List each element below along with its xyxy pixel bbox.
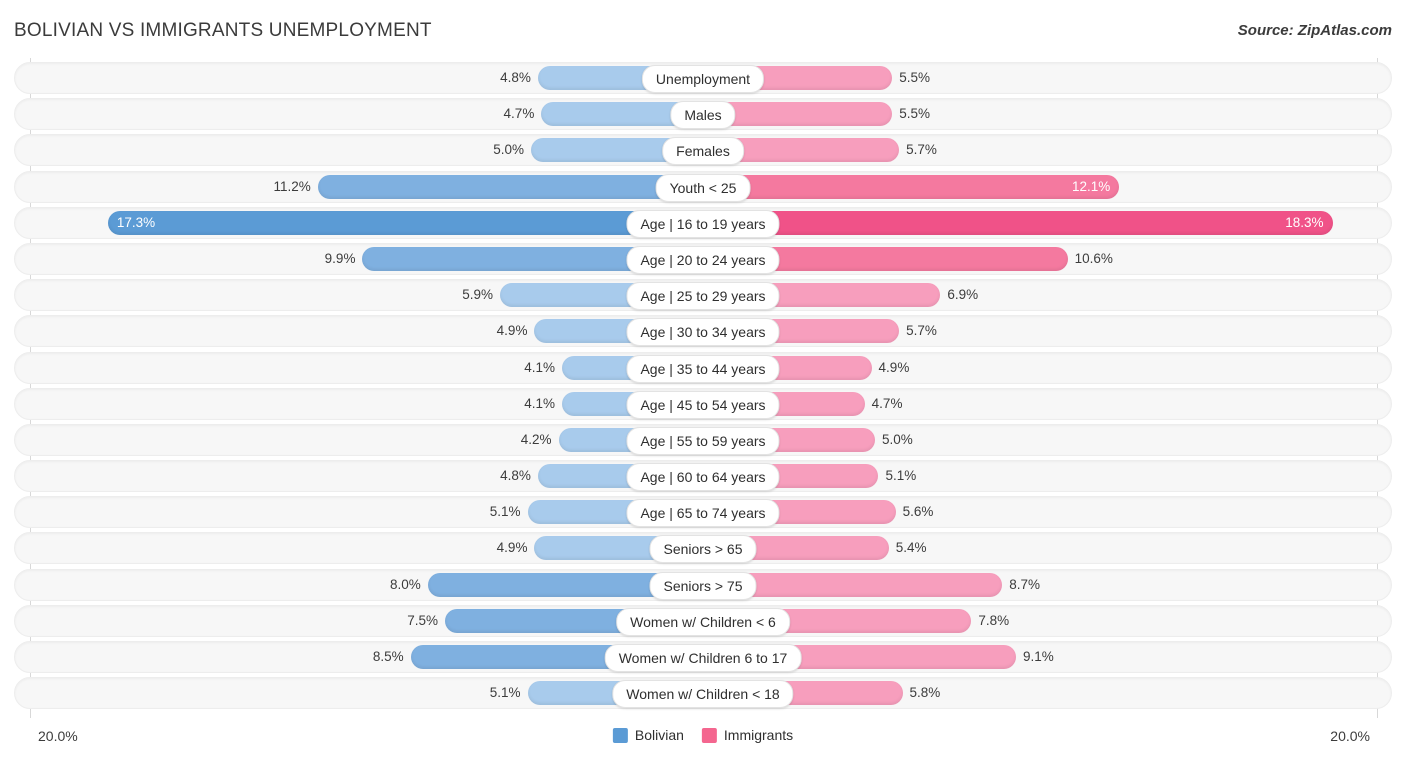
chart-footer: 20.0% Bolivian Immigrants 20.0%	[14, 722, 1392, 756]
bar-immigrants: 18.3%	[703, 210, 1333, 235]
table-row[interactable]: 4.9% 5.7% Age | 30 to 34 years	[14, 315, 1392, 348]
row-category-label: Women w/ Children < 6	[616, 607, 790, 636]
axis-label-left: 20.0%	[38, 728, 78, 744]
bar-value-bolivian: 4.9%	[496, 323, 528, 339]
bar-value-immigrants: 5.5%	[899, 70, 930, 85]
legend-label: Immigrants	[723, 727, 794, 743]
row-category-label: Seniors > 75	[649, 571, 757, 600]
bar-value-immigrants: 9.1%	[1023, 649, 1054, 664]
legend-item-bolivian[interactable]: Bolivian	[612, 727, 684, 743]
bar-bolivian: 11.2%	[273, 174, 703, 199]
bar-value-bolivian: 4.9%	[496, 540, 528, 556]
bar-value-bolivian: 4.1%	[524, 395, 555, 411]
bar-value-immigrants: 5.1%	[885, 468, 917, 484]
row-category-label: Seniors > 65	[649, 535, 757, 564]
row-category-label: Age | 25 to 29 years	[626, 282, 780, 311]
bar-value-immigrants: 6.9%	[947, 287, 979, 303]
bar-bolivian: 17.3%	[107, 210, 703, 235]
table-row[interactable]: 5.1% 5.6% Age | 65 to 74 years	[14, 496, 1392, 529]
row-category-label: Males	[670, 101, 736, 130]
row-category-label: Unemployment	[641, 65, 765, 93]
chart-header: BOLIVIAN VS IMMIGRANTS UNEMPLOYMENT Sour…	[0, 0, 1406, 58]
bar-value-bolivian: 11.2%	[273, 178, 311, 194]
row-category-label: Age | 20 to 24 years	[626, 245, 780, 274]
table-row[interactable]: 4.1% 4.9% Age | 35 to 44 years	[14, 351, 1392, 384]
bar-immigrants: 12.1%	[703, 174, 1120, 199]
bar-value-bolivian: 5.1%	[489, 504, 521, 520]
table-row[interactable]: 8.5% 9.1% Women w/ Children 6 to 17	[14, 641, 1392, 673]
legend-swatch-icon	[701, 727, 717, 743]
table-row[interactable]: 8.0% 8.7% Seniors > 75	[14, 568, 1392, 601]
bar-value-bolivian: 5.0%	[493, 142, 524, 158]
row-category-label: Age | 35 to 44 years	[626, 354, 780, 383]
legend-label: Bolivian	[634, 727, 684, 743]
row-category-label: Age | 55 to 59 years	[626, 426, 780, 455]
row-category-label: Women w/ Children < 18	[612, 680, 794, 709]
bar-value-immigrants: 8.7%	[1009, 576, 1041, 592]
table-row[interactable]: 11.2% 12.1% Youth < 25	[14, 170, 1392, 203]
table-row[interactable]: 4.8% 5.5% Unemployment	[14, 62, 1392, 94]
row-category-label: Youth < 25	[655, 173, 751, 202]
bar-value-bolivian: 5.1%	[489, 685, 521, 701]
chart-plot-area: 4.8% 5.5% Unemployment 4.7% 5.5% Males 5.0% 5.7…	[14, 58, 1392, 718]
row-category-label: Age | 45 to 54 years	[626, 390, 780, 419]
legend-item-immigrants[interactable]: Immigrants	[701, 727, 794, 743]
table-row[interactable]: 4.2% 5.0% Age | 55 to 59 years	[14, 423, 1392, 456]
axis-label-right: 20.0%	[1330, 728, 1370, 744]
table-row[interactable]: 9.9% 10.6% Age | 20 to 24 years	[14, 242, 1392, 275]
bar-value-bolivian: 8.5%	[372, 649, 404, 664]
table-row[interactable]: 5.9% 6.9% Age | 25 to 29 years	[14, 279, 1392, 312]
bar-value-bolivian: 7.5%	[407, 612, 438, 628]
bar-value-immigrants: 4.9%	[878, 359, 910, 375]
bar-rows-container: 4.8% 5.5% Unemployment 4.7% 5.5% Males 5.0% 5.7…	[14, 62, 1392, 713]
bar-value-bolivian: 8.0%	[390, 576, 421, 592]
bar-value-immigrants: 12.1%	[1071, 178, 1111, 194]
bar-value-immigrants: 7.8%	[978, 612, 1010, 628]
bar-value-immigrants: 4.7%	[871, 395, 903, 411]
bar-value-immigrants: 5.7%	[906, 142, 937, 158]
bar-value-bolivian: 4.7%	[503, 106, 535, 122]
bar-value-immigrants: 5.6%	[902, 504, 934, 520]
bar-value-bolivian: 4.2%	[520, 431, 552, 447]
bar-value-immigrants: 10.6%	[1074, 250, 1113, 266]
row-category-label: Age | 30 to 34 years	[626, 318, 780, 347]
row-category-label: Age | 16 to 19 years	[626, 209, 780, 238]
table-row[interactable]: 4.7% 5.5% Males	[14, 98, 1392, 131]
row-category-label: Age | 65 to 74 years	[626, 499, 780, 528]
page-title: BOLIVIAN VS IMMIGRANTS UNEMPLOYMENT	[14, 20, 432, 41]
table-row[interactable]: 4.9% 5.4% Seniors > 65	[14, 532, 1392, 565]
row-category-label: Women w/ Children 6 to 17	[604, 644, 802, 672]
bar-value-immigrants: 5.0%	[882, 431, 913, 447]
row-category-label: Females	[662, 137, 744, 166]
bar-value-bolivian: 9.9%	[324, 250, 356, 266]
bar-value-immigrants: 5.5%	[899, 106, 930, 122]
bar-value-bolivian: 4.8%	[500, 70, 531, 85]
row-category-label: Age | 60 to 64 years	[626, 463, 780, 492]
table-row[interactable]: 7.5% 7.8% Women w/ Children < 6	[14, 604, 1392, 637]
bar-value-immigrants: 18.3%	[1285, 214, 1324, 230]
table-row[interactable]: 4.1% 4.7% Age | 45 to 54 years	[14, 387, 1392, 420]
chart-legend: Bolivian Immigrants	[612, 727, 794, 743]
bar-value-bolivian: 17.3%	[116, 214, 156, 230]
source-attribution: Source: ZipAtlas.com	[1237, 22, 1392, 39]
bar-value-immigrants: 5.8%	[909, 685, 941, 701]
bar-value-bolivian: 4.8%	[500, 468, 531, 484]
legend-swatch-icon	[612, 727, 628, 743]
table-row[interactable]: 5.0% 5.7% Females	[14, 134, 1392, 167]
bar-value-bolivian: 4.1%	[524, 359, 555, 375]
bar-value-immigrants: 5.4%	[895, 540, 927, 556]
table-row[interactable]: 5.1% 5.8% Women w/ Children < 18	[14, 677, 1392, 710]
bar-value-bolivian: 5.9%	[462, 287, 494, 303]
table-row[interactable]: 4.8% 5.1% Age | 60 to 64 years	[14, 460, 1392, 493]
bar-value-immigrants: 5.7%	[906, 323, 937, 339]
table-row[interactable]: 17.3% 18.3% Age | 16 to 19 years	[14, 206, 1392, 239]
